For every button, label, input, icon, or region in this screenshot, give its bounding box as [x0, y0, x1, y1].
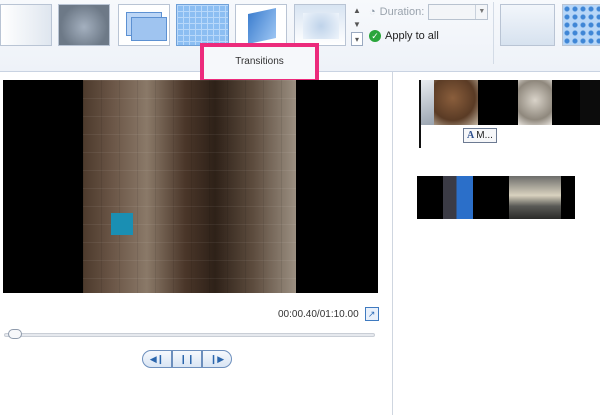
playback-controls: ◀❙ ❙❙ ❙▶	[142, 350, 232, 368]
seek-bar[interactable]	[4, 329, 375, 339]
clip-frame-couple	[443, 176, 473, 219]
chevron-up-icon[interactable]: ▲	[351, 4, 363, 18]
storyboard-clip-2[interactable]	[417, 176, 575, 219]
transition-thumb-dissolve[interactable]	[294, 4, 346, 46]
clip-frame-sunset	[509, 176, 561, 219]
clip-frame-portrait	[518, 80, 552, 125]
seek-thumb[interactable]	[8, 329, 22, 339]
clip-frame-blank	[580, 80, 600, 125]
duration-label: Duration:	[379, 6, 425, 18]
gallery-scroll: ▲ ▼ ▾	[351, 4, 363, 48]
transition-thumb-flip[interactable]	[235, 4, 287, 46]
caption-chip-label: M...	[476, 130, 493, 141]
apply-to-all-button[interactable]: ✓ Apply to all	[369, 30, 439, 42]
more-icon[interactable]: ▾	[351, 32, 363, 46]
transition-thumb-crossfade[interactable]	[58, 4, 110, 46]
previous-frame-button[interactable]: ◀❙	[142, 350, 172, 368]
ribbon-group-label-transitions: Transitions	[200, 43, 319, 83]
next-frame-icon: ❙▶	[209, 354, 225, 364]
next-frame-button[interactable]: ❙▶	[202, 350, 232, 368]
caption-chip[interactable]: A M...	[463, 128, 497, 143]
duration-control: ◔ Duration: ▼	[369, 4, 489, 20]
storyboard-clip-1[interactable]	[420, 80, 600, 125]
chevron-down-icon[interactable]: ▼	[351, 18, 363, 32]
play-pause-button[interactable]: ❙❙	[172, 350, 202, 368]
pane-divider[interactable]	[392, 72, 393, 415]
clip-frame-transition	[420, 80, 434, 125]
duration-input[interactable]: ▼	[428, 4, 489, 20]
pan-zoom-thumb-1[interactable]	[500, 4, 555, 46]
mosaic-tile	[111, 213, 133, 235]
popout-icon[interactable]: ↗	[364, 307, 379, 321]
transition-thumb-slide[interactable]	[118, 4, 170, 46]
transition-thumb-1[interactable]	[0, 4, 52, 46]
mosaic-effect	[83, 80, 296, 293]
clip-frame-dog	[432, 80, 478, 125]
time-readout: 00:00.40/01:10.00	[278, 308, 359, 320]
video-preview	[3, 80, 378, 293]
pan-zoom-thumb-2[interactable]	[562, 4, 600, 46]
apply-to-all-label: Apply to all	[385, 30, 439, 42]
time-readout-row: 00:00.40/01:10.00 ↗	[278, 307, 379, 321]
transition-thumb-mosaic[interactable]	[176, 4, 229, 46]
previous-frame-icon: ◀❙	[149, 354, 165, 364]
chevron-down-icon[interactable]: ▼	[475, 5, 487, 19]
caption-icon: A	[467, 130, 475, 141]
clock-icon: ◔	[369, 6, 376, 18]
ribbon-separator	[493, 2, 494, 64]
pause-icon: ❙❙	[179, 354, 195, 364]
check-icon: ✓	[369, 30, 381, 42]
storyboard-playhead[interactable]	[419, 80, 421, 148]
preview-frame-image	[83, 80, 296, 293]
